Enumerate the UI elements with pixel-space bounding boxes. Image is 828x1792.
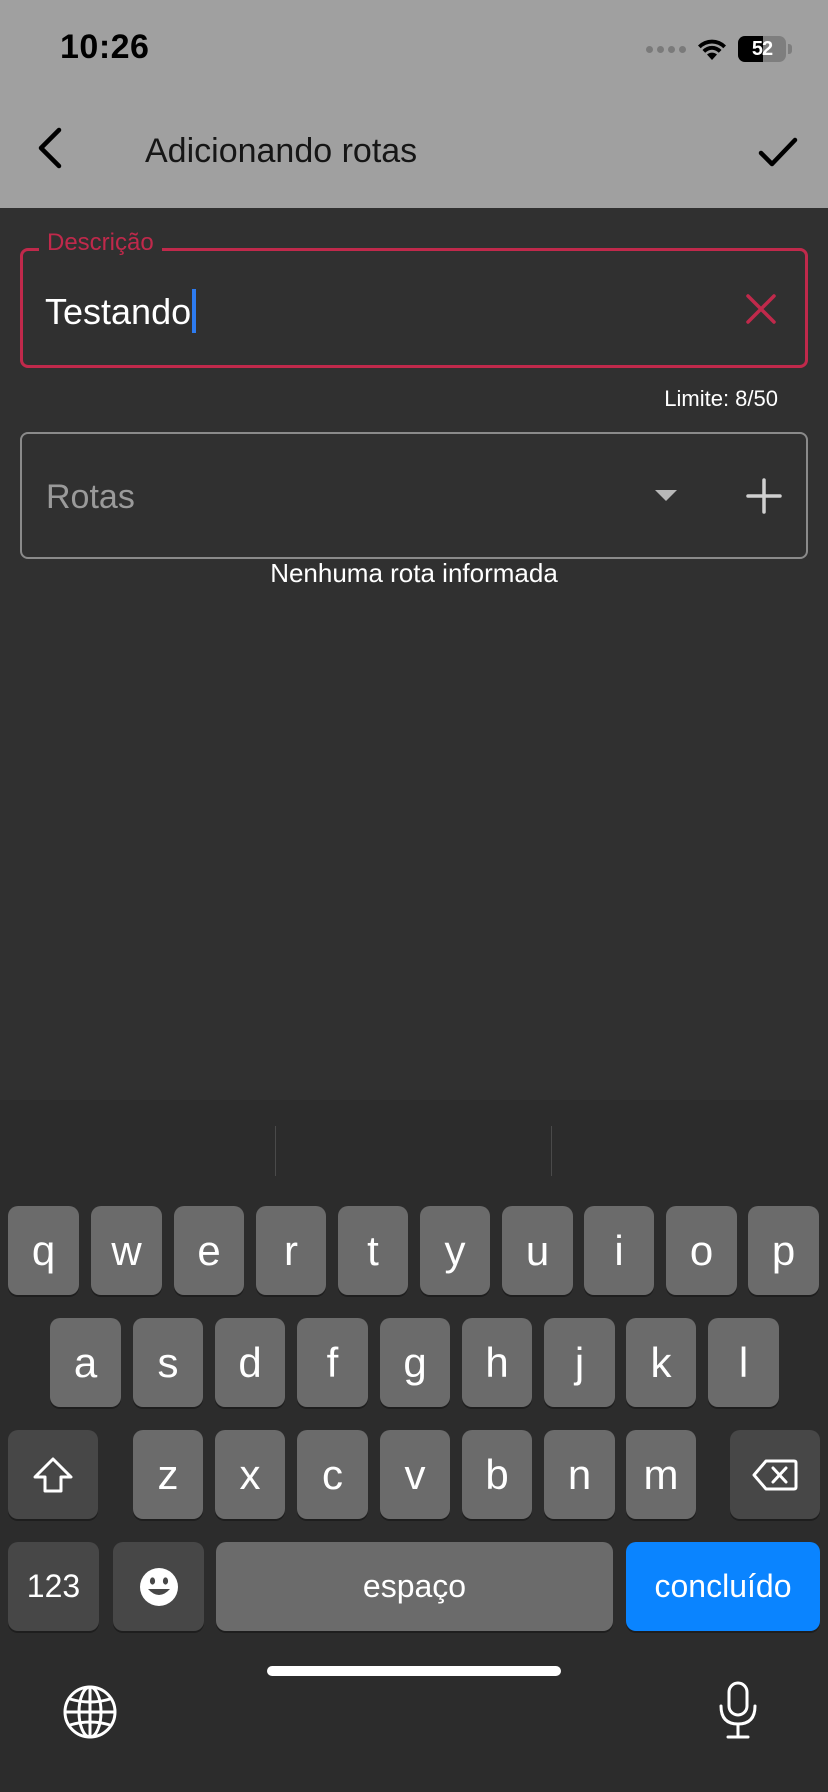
key-t[interactable]: t — [338, 1206, 408, 1295]
confirm-button[interactable] — [750, 124, 806, 180]
empty-routes-message: Nenhuma rota informada — [270, 558, 558, 588]
dropdown-arrow-icon[interactable] — [642, 474, 690, 518]
back-chevron-icon — [38, 127, 62, 169]
key-l[interactable]: l — [708, 1318, 779, 1407]
microphone-icon[interactable] — [716, 1680, 760, 1740]
key-h[interactable]: h — [462, 1318, 532, 1407]
shift-key[interactable] — [8, 1430, 98, 1519]
key-o[interactable]: o — [666, 1206, 737, 1295]
wifi-icon — [698, 39, 726, 60]
description-field[interactable]: Descrição Testando — [20, 229, 808, 368]
key-c[interactable]: c — [297, 1430, 368, 1519]
key-e[interactable]: e — [174, 1206, 244, 1295]
page-title: Adicionando rotas — [145, 132, 418, 170]
key-g[interactable]: g — [380, 1318, 450, 1407]
key-i[interactable]: i — [584, 1206, 654, 1295]
status-time: 10:26 — [60, 28, 150, 66]
key-v[interactable]: v — [380, 1430, 450, 1519]
home-indicator[interactable] — [267, 1666, 561, 1676]
key-s[interactable]: s — [133, 1318, 203, 1407]
keyboard: q w e r t y u i o p a s d f g h j k l z … — [0, 1100, 828, 1792]
key-x[interactable]: x — [215, 1430, 285, 1519]
suggestion-divider — [551, 1126, 552, 1176]
emoji-key[interactable] — [113, 1542, 204, 1631]
key-a[interactable]: a — [50, 1318, 121, 1407]
status-icons: 52 — [646, 32, 792, 66]
character-limit: Limite: 8/50 — [664, 386, 778, 411]
key-q[interactable]: q — [8, 1206, 79, 1295]
key-b[interactable]: b — [462, 1430, 532, 1519]
key-u[interactable]: u — [502, 1206, 573, 1295]
key-d[interactable]: d — [215, 1318, 285, 1407]
key-y[interactable]: y — [420, 1206, 490, 1295]
description-label: Descrição — [39, 229, 162, 257]
back-button[interactable] — [24, 122, 76, 174]
key-r[interactable]: r — [256, 1206, 326, 1295]
top-bar: 10:26 52 Adicionando rotas — [0, 0, 828, 208]
numbers-key[interactable]: 123 — [8, 1542, 99, 1631]
shift-icon — [33, 1457, 73, 1492]
key-j[interactable]: j — [544, 1318, 615, 1407]
routes-select[interactable]: Rotas — [20, 432, 808, 559]
backspace-icon — [752, 1459, 798, 1490]
key-f[interactable]: f — [297, 1318, 368, 1407]
key-n[interactable]: n — [544, 1430, 615, 1519]
check-icon — [758, 137, 798, 167]
key-p[interactable]: p — [748, 1206, 819, 1295]
description-value: Testando — [45, 291, 192, 332]
globe-icon[interactable] — [62, 1684, 118, 1740]
backspace-key[interactable] — [730, 1430, 820, 1519]
done-key[interactable]: concluído — [626, 1542, 820, 1631]
key-k[interactable]: k — [626, 1318, 696, 1407]
emoji-icon — [139, 1567, 178, 1606]
key-z[interactable]: z — [133, 1430, 203, 1519]
key-w[interactable]: w — [91, 1206, 162, 1295]
cellular-signal-icon — [646, 45, 686, 53]
description-input[interactable]: Testando — [45, 289, 197, 333]
space-key[interactable]: espaço — [216, 1542, 613, 1631]
routes-placeholder: Rotas — [46, 478, 135, 516]
suggestion-divider — [275, 1126, 276, 1176]
battery-level: 52 — [751, 37, 773, 60]
text-caret — [192, 289, 197, 333]
key-m[interactable]: m — [626, 1430, 696, 1519]
plus-icon[interactable] — [738, 470, 790, 522]
battery-icon: 52 — [738, 36, 786, 62]
close-icon[interactable] — [743, 291, 779, 327]
